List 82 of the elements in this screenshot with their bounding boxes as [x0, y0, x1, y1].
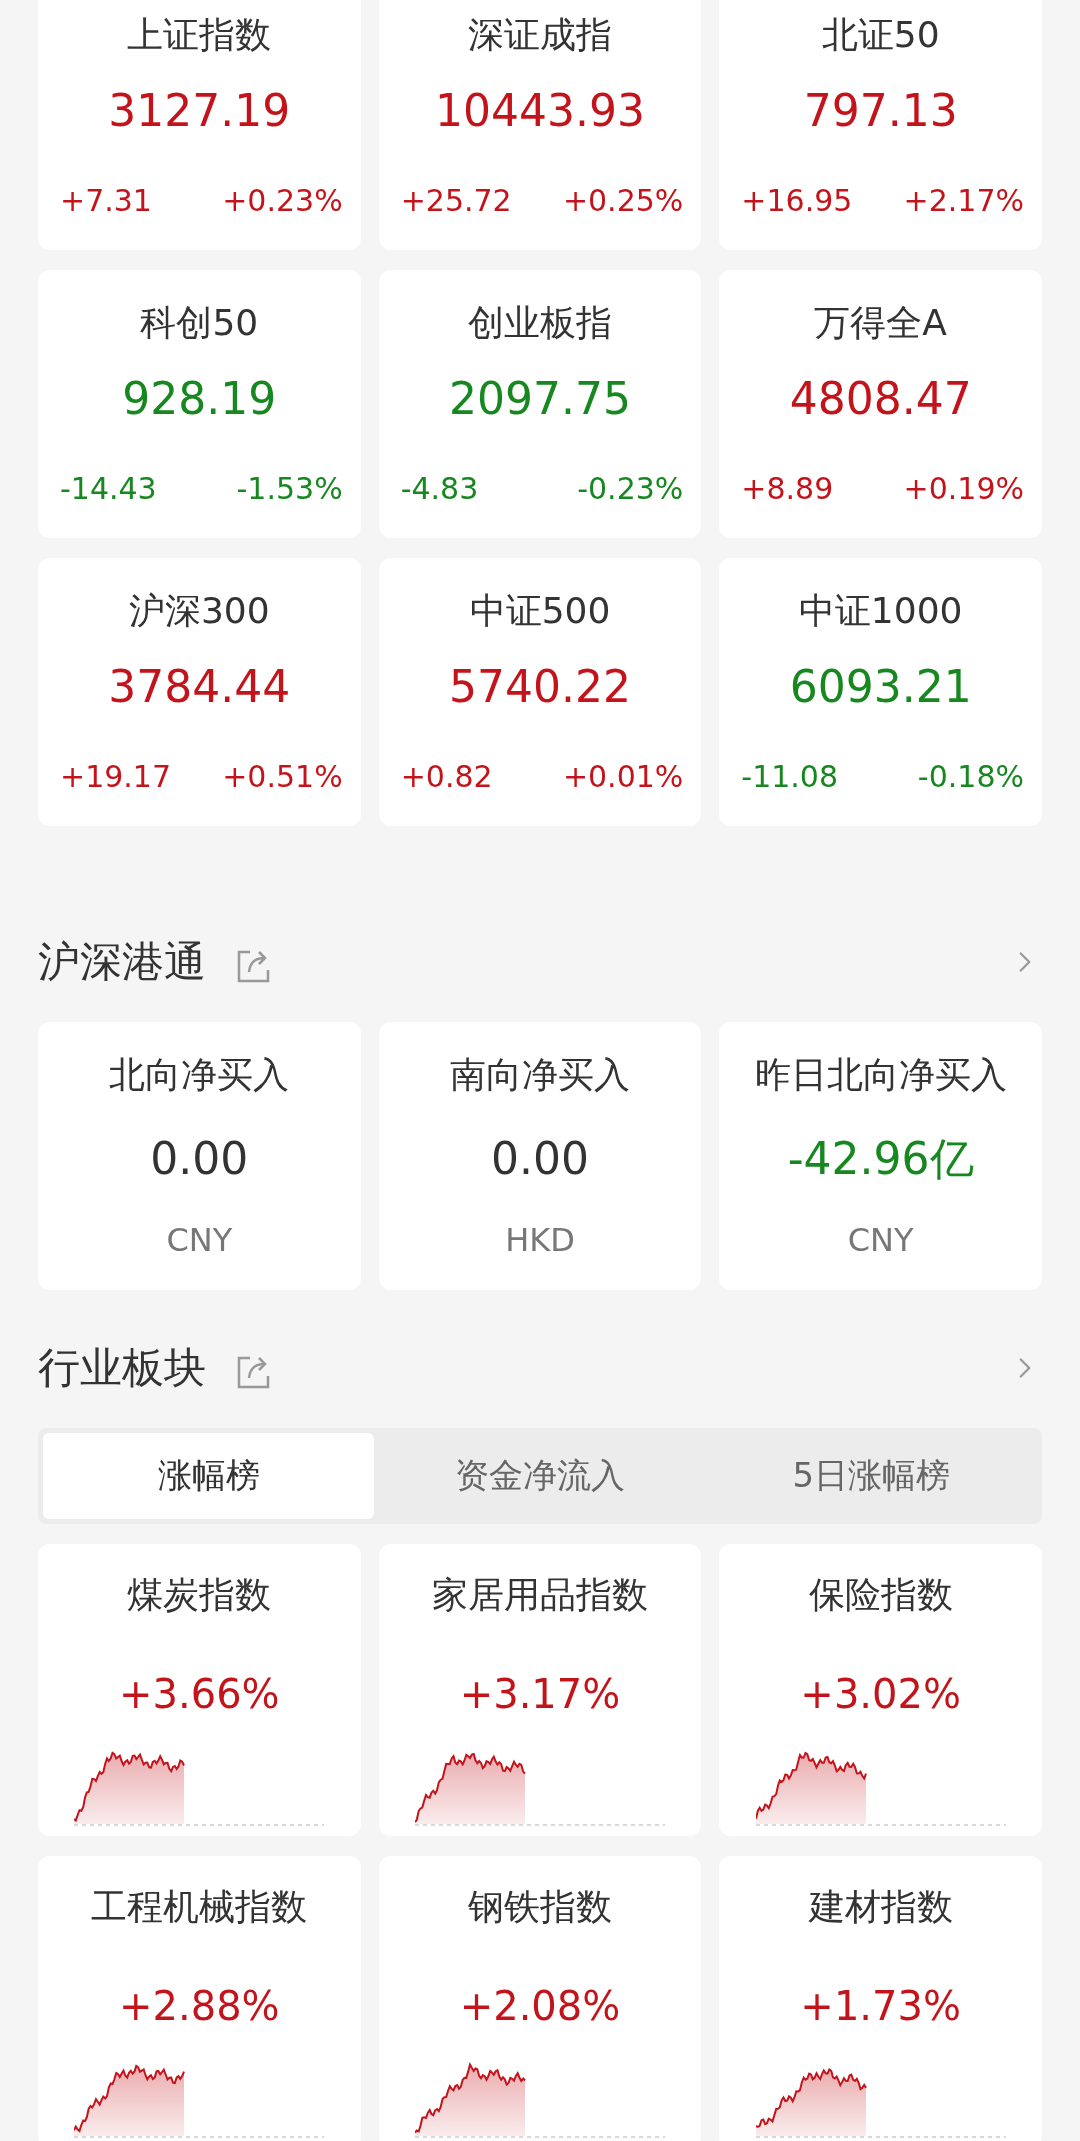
index-change: +8.89 [741, 470, 834, 508]
index-name: 深证成指 [468, 13, 612, 57]
index-value: 797.13 [803, 84, 958, 138]
flow-value: 0.00 [491, 1132, 589, 1186]
index-card[interactable]: 创业板指 2097.75 -4.83 -0.23% [378, 270, 702, 538]
index-card[interactable]: 中证500 5740.22 +0.82 +0.01% [378, 558, 702, 826]
sector-name: 煤炭指数 [127, 1573, 272, 1617]
tab[interactable]: 5日涨幅榜 [705, 1433, 1037, 1519]
index-name: 中证500 [469, 589, 611, 633]
flow-label: 南向净买入 [450, 1053, 630, 1097]
flow-card[interactable]: 昨日北向净买入 -42.96亿 CNY [719, 1022, 1042, 1290]
index-name: 创业板指 [468, 301, 612, 345]
index-change-percent: +0.25% [562, 182, 684, 220]
index-name: 北证50 [821, 13, 940, 57]
currency-label: HKD [505, 1220, 575, 1260]
index-card[interactable]: 北证50 797.13 +16.95 +2.17% [719, 0, 1042, 250]
index-value: 6093.21 [789, 660, 972, 714]
sector-card[interactable]: 煤炭指数 +3.66% [38, 1544, 361, 1836]
index-change: +25.72 [400, 182, 512, 220]
index-change: +16.95 [741, 182, 853, 220]
index-change-percent: +0.51% [222, 758, 343, 796]
index-value: 5740.22 [449, 660, 631, 714]
sector-name: 建材指数 [808, 1885, 953, 1929]
share-icon[interactable] [236, 948, 272, 984]
index-card[interactable]: 上证指数 3127.19 +7.31 +0.23% [38, 0, 361, 250]
index-value: 928.19 [122, 372, 277, 426]
section-title: 行业板块 [38, 1342, 206, 1394]
flow-card[interactable]: 北向净买入 0.00 CNY [38, 1022, 361, 1290]
flow-card[interactable]: 南向净买入 0.00 HKD [378, 1022, 702, 1290]
currency-label: CNY [847, 1220, 914, 1260]
section-title: 沪深港通 [38, 936, 206, 988]
index-card[interactable]: 万得全A 4808.47 +8.89 +0.19% [719, 270, 1042, 538]
index-change: +19.17 [60, 758, 172, 796]
tab[interactable]: 涨幅榜 [43, 1433, 375, 1519]
sector-change-percent: +1.73% [800, 1982, 961, 2031]
index-name: 中证1000 [798, 589, 963, 633]
index-change-percent: -0.18% [917, 758, 1024, 796]
index-card[interactable]: 科创50 928.19 -14.43 -1.53% [38, 270, 361, 538]
sector-card[interactable]: 家居用品指数 +3.17% [378, 1544, 702, 1836]
index-card[interactable]: 深证成指 10443.93 +25.72 +0.25% [378, 0, 702, 250]
currency-label: CNY [166, 1220, 233, 1260]
index-card[interactable]: 沪深300 3784.44 +19.17 +0.51% [38, 558, 361, 826]
index-change-percent: +0.19% [903, 470, 1024, 508]
sector-change-percent: +3.02% [800, 1670, 961, 1719]
index-change: -11.08 [741, 758, 839, 796]
sector-card[interactable]: 保险指数 +3.02% [719, 1544, 1042, 1836]
sector-change-percent: +2.88% [119, 1982, 280, 2031]
sector-change-percent: +3.17% [459, 1670, 621, 1719]
index-name: 万得全A [814, 301, 947, 345]
sector-card[interactable]: 钢铁指数 +2.08% [378, 1856, 702, 2141]
index-change-percent: +2.17% [903, 182, 1024, 220]
index-card[interactable]: 中证1000 6093.21 -11.08 -0.18% [719, 558, 1042, 826]
sector-name: 家居用品指数 [432, 1573, 648, 1617]
sector-card[interactable]: 建材指数 +1.73% [719, 1856, 1042, 2141]
index-value: 3784.44 [108, 660, 291, 714]
flow-value: -42.96亿 [787, 1132, 974, 1186]
sector-card[interactable]: 工程机械指数 +2.88% [38, 1856, 361, 2141]
index-change: -4.83 [400, 470, 479, 508]
index-value: 10443.93 [435, 84, 645, 138]
index-change-percent: +0.01% [562, 758, 684, 796]
sector-name: 保险指数 [808, 1573, 953, 1617]
share-icon[interactable] [236, 1354, 272, 1390]
index-value: 3127.19 [108, 84, 291, 138]
index-change: -14.43 [60, 470, 157, 508]
flow-label: 北向净买入 [109, 1053, 290, 1097]
sector-name: 工程机械指数 [91, 1885, 308, 1929]
index-value: 4808.47 [789, 372, 972, 426]
index-change-percent: +0.23% [222, 182, 343, 220]
index-change-percent: -0.23% [577, 470, 684, 508]
flow-value: 0.00 [150, 1132, 249, 1186]
index-name: 沪深300 [128, 589, 270, 633]
index-name: 科创50 [140, 301, 259, 345]
index-change-percent: -1.53% [236, 470, 343, 508]
flow-label: 昨日北向净买入 [754, 1053, 1007, 1097]
sector-change-percent: +2.08% [459, 1982, 621, 2031]
tab[interactable]: 资金净流入 [374, 1433, 706, 1519]
index-change: +7.31 [60, 182, 152, 220]
index-value: 2097.75 [449, 372, 631, 426]
index-name: 上证指数 [127, 13, 272, 57]
index-change: +0.82 [400, 758, 493, 796]
sector-name: 钢铁指数 [468, 1885, 612, 1929]
sector-change-percent: +3.66% [119, 1670, 280, 1719]
